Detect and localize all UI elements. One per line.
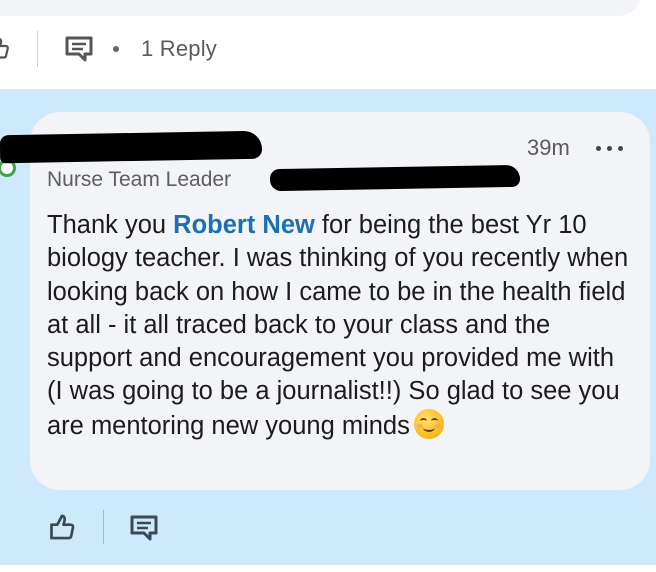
mention-link[interactable]: Robert New: [173, 211, 315, 239]
comment-text: Thank you Robert New for being the best …: [47, 209, 632, 443]
thumbs-up-icon[interactable]: [0, 36, 10, 60]
redacted-organization: [269, 164, 521, 192]
separator-dot: [113, 46, 119, 52]
author-headline: Nurse Team Leader: [47, 168, 232, 191]
comment-timestamp: 39m: [527, 135, 570, 160]
divider: [103, 510, 104, 544]
comment-icon[interactable]: [64, 35, 94, 63]
more-options-icon[interactable]: [596, 146, 624, 152]
comment-icon[interactable]: [129, 514, 159, 542]
comment-actions: [0, 500, 656, 556]
reply-count-link[interactable]: 1 Reply: [141, 36, 217, 62]
thumbs-up-icon[interactable]: [48, 513, 76, 541]
comment-text-intro: Thank you: [47, 211, 174, 239]
divider: [37, 31, 38, 67]
smiling-face-icon: [413, 408, 444, 439]
previous-comment-actions: 1 Reply: [0, 22, 656, 76]
redacted-author-name: [0, 130, 263, 164]
comment-text-main: for being the best Yr 10 biology teacher…: [47, 211, 629, 440]
previous-comment-bubble: [0, 0, 642, 16]
